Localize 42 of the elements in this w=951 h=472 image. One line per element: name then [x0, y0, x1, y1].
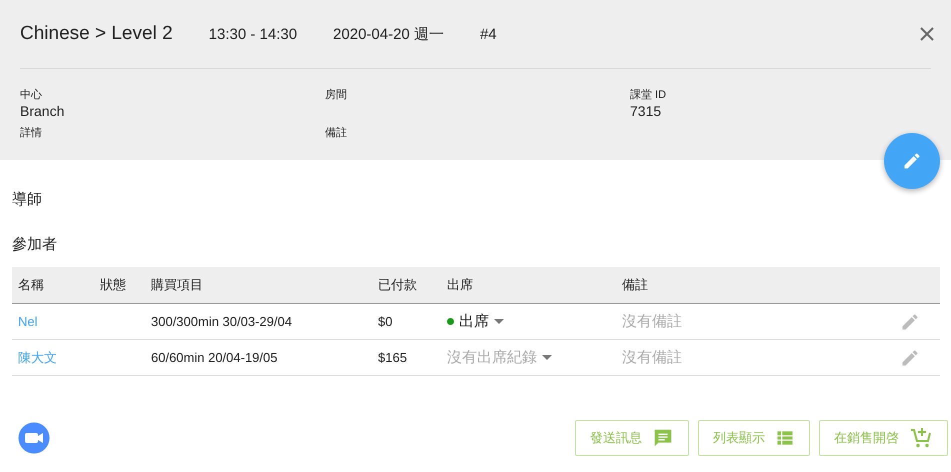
participant-link[interactable]: Nel [18, 314, 38, 329]
field-value: Branch [20, 102, 66, 120]
cart-button[interactable]: 在銷售開啓 [819, 420, 948, 456]
field-label: 課堂 ID [630, 88, 668, 102]
edit-button[interactable] [884, 133, 940, 189]
table-cell: $0 [378, 314, 392, 329]
column-header: 狀態 [100, 276, 126, 294]
edit-icon[interactable] [900, 348, 920, 368]
section-heading: 導師 [12, 190, 43, 210]
video-camera-icon[interactable] [17, 421, 51, 455]
edit-icon[interactable] [900, 312, 920, 332]
table-cell: 300/300min 30/03-29/04 [151, 314, 292, 329]
attendance-dropdown[interactable]: 沒有出席紀錄 [447, 348, 552, 367]
caret-icon [494, 318, 504, 324]
list-button[interactable]: 列表顯示 [698, 420, 810, 456]
class-number: #4 [480, 26, 497, 42]
section-heading: 參加者 [12, 235, 58, 255]
column-header: 出席 [447, 276, 473, 294]
chat-icon [652, 427, 674, 449]
class-title: Chinese > Level 2 [20, 23, 173, 45]
field-label: 中心 [20, 88, 43, 102]
field-label: 詳情 [20, 126, 43, 140]
field-value: 7315 [630, 102, 662, 120]
column-header: 已付款 [378, 276, 417, 294]
message-button[interactable]: 發送訊息 [575, 420, 689, 456]
column-header: 備註 [622, 276, 648, 294]
table-cell: 60/60min 20/04-19/05 [151, 350, 278, 365]
class-time: 13:30 - 14:30 [208, 26, 298, 42]
column-header: 購買項目 [151, 276, 203, 294]
table-cell: $165 [378, 350, 407, 365]
field-label: 備註 [325, 126, 348, 140]
class-date: 2020-04-20 週一 [333, 24, 444, 44]
note-text: 沒有備註 [622, 312, 682, 331]
close-icon[interactable] [919, 26, 935, 42]
pencil-icon [902, 151, 922, 171]
field-label: 房間 [325, 88, 348, 102]
cart-icon [909, 426, 933, 450]
participant-link[interactable]: 陳大文 [18, 348, 57, 366]
note-text: 沒有備註 [622, 348, 682, 367]
attendance-dropdown[interactable]: 出席 [447, 312, 504, 331]
caret-icon [542, 354, 552, 360]
column-header: 名稱 [18, 276, 44, 294]
